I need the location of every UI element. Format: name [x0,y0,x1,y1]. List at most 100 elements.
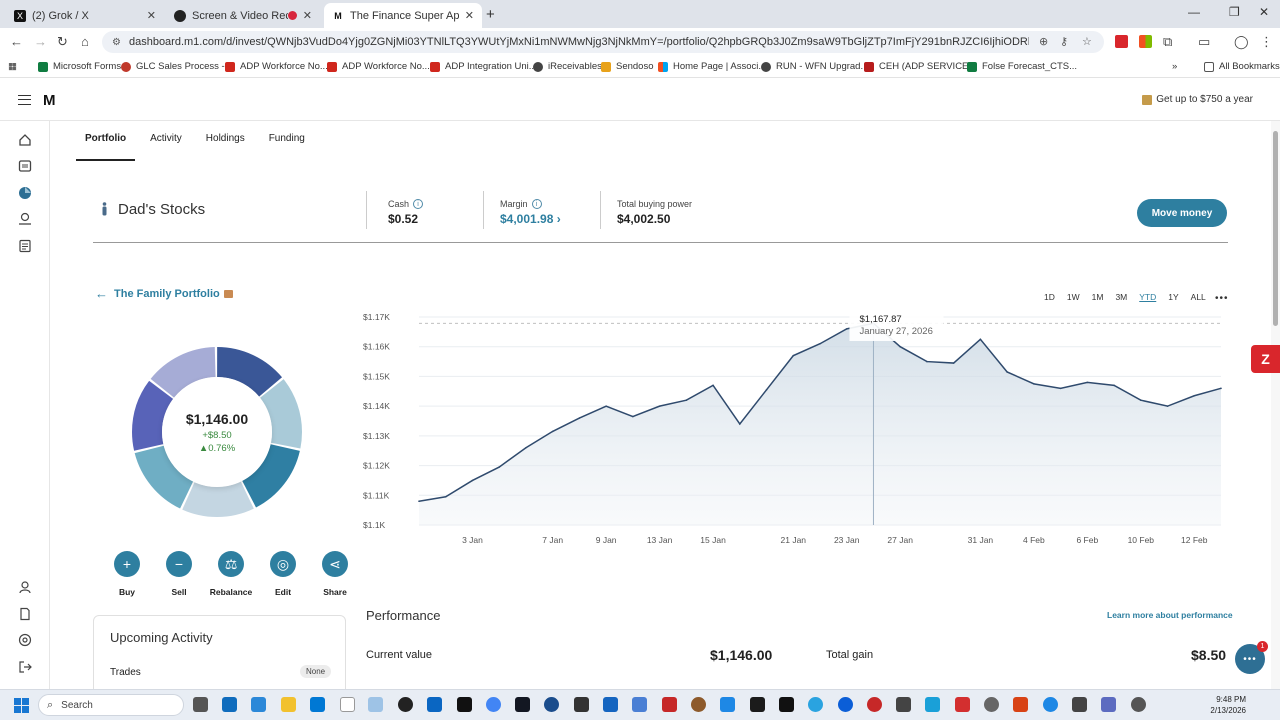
bookmark-item[interactable]: ADP Workforce No... [327,61,430,72]
move-money-button[interactable]: Move money [1137,199,1227,227]
chat-support-button[interactable]: ••• 1 [1235,641,1268,674]
close-tab-icon[interactable]: ✕ [303,9,312,22]
bookmark-item[interactable]: RUN - WFN Upgrad... [761,61,868,72]
app-icon[interactable] [896,697,911,712]
edge-icon[interactable] [310,697,325,712]
browser-tab-m1[interactable]: M The Finance Super App | M1 Fi ✕ [324,3,482,28]
all-bookmarks-folder[interactable]: All Bookmarks [1204,61,1280,72]
app-icon[interactable] [632,697,647,712]
zapier-sidebar-icon[interactable]: Z [1251,345,1280,373]
browser-tab-recorder[interactable]: Screen & Video Recorder | ✕ [166,3,320,28]
performance-chart[interactable]: $1.1K $1.11K $1.12K $1.13K $1.14K $1.15K $1.16… [361,307,1226,552]
cast-icon[interactable]: ▭ [1198,34,1210,50]
range-3m[interactable]: 3M [1115,292,1127,302]
microsoft-extension-icon[interactable] [1139,35,1152,48]
notepad-icon[interactable] [340,697,355,712]
menu-icon[interactable] [18,95,31,105]
bookmark-item[interactable]: Sendoso [601,61,654,72]
transfers-nav-icon[interactable] [17,158,32,173]
performance-learn-more-link[interactable]: Learn more about performance [1107,610,1233,620]
edit-action[interactable]: ◎ Edit [257,551,309,597]
browser-menu-icon[interactable]: ⋮ [1260,34,1273,50]
tab-activity[interactable]: Activity [141,121,191,161]
app-icon[interactable] [1072,697,1087,712]
linkedin-icon[interactable] [427,697,442,712]
close-tab-icon[interactable]: ✕ [147,9,156,22]
minus-icon[interactable]: − [166,551,192,577]
m1-logo[interactable]: M [43,92,56,109]
home-nav-icon[interactable] [17,132,32,147]
new-tab-icon[interactable]: + [486,6,495,23]
bookmark-star-icon[interactable]: ☆ [1082,35,1092,48]
buy-action[interactable]: + Buy [101,551,153,597]
page-scrollbar[interactable] [1271,121,1280,689]
range-1d[interactable]: 1D [1044,292,1055,302]
app-icon[interactable] [662,697,677,712]
globe-icon[interactable] [1131,697,1146,712]
bookmark-item[interactable]: ADP Integration Uni... [430,61,537,72]
close-window-icon[interactable]: ✕ [1259,5,1269,19]
telegram-icon[interactable] [808,697,823,712]
app-icon[interactable] [750,697,765,712]
password-key-icon[interactable]: ⚷ [1060,35,1068,48]
app-icon[interactable] [779,697,794,712]
minimize-icon[interactable]: — [1188,5,1200,19]
reload-icon[interactable]: ↻ [57,34,68,50]
notion-icon[interactable] [457,697,472,712]
windows-start-icon[interactable] [14,698,29,713]
documents-nav-icon[interactable] [17,606,32,621]
share-action[interactable]: ⋖ Share [309,551,361,597]
referral-promo[interactable]: Get up to $750 a year [1142,94,1253,105]
settings-icon[interactable] [984,697,999,712]
snipping-tool-icon[interactable] [368,697,383,712]
plus-icon[interactable]: + [114,551,140,577]
zapier-extension-icon[interactable] [1115,35,1128,48]
range-1m[interactable]: 1M [1092,292,1104,302]
extensions-icon[interactable]: ⧉ [1163,34,1172,50]
more-options-icon[interactable]: ••• [1215,293,1229,304]
app-icon[interactable] [838,697,853,712]
tab-holdings[interactable]: Holdings [197,121,254,161]
app-icon[interactable] [867,697,882,712]
sell-action[interactable]: − Sell [153,551,205,597]
info-icon[interactable]: i [413,199,424,209]
back-icon[interactable]: ← [10,34,23,49]
bookmark-item[interactable]: GLC Sales Process -... [121,61,233,72]
profile-nav-icon[interactable] [17,579,32,594]
app-icon[interactable] [720,697,735,712]
github-icon[interactable] [398,697,413,712]
system-clock[interactable]: 9:48 PM 2/13/2026 [1194,694,1246,716]
app-icon[interactable] [1043,697,1058,712]
tradingview-icon[interactable] [515,697,530,712]
help-nav-icon[interactable] [17,632,32,647]
scrollbar-thumb[interactable] [1273,131,1278,326]
outlook-icon[interactable] [222,697,237,712]
range-ytd[interactable]: YTD [1139,292,1156,302]
app-icon[interactable] [691,697,706,712]
bookmark-item[interactable]: iReceivables [533,61,602,72]
install-icon[interactable]: ⊕ [1039,35,1048,48]
app-icon[interactable] [1013,697,1028,712]
back-to-parent-pie[interactable]: ← The Family Portfolio [95,286,233,301]
scale-icon[interactable]: ⚖ [218,551,244,577]
close-tab-icon[interactable]: ✕ [465,9,474,22]
more-bookmarks-icon[interactable]: » [1172,61,1177,72]
chrome-icon[interactable] [486,697,501,712]
range-1y[interactable]: 1Y [1168,292,1178,302]
rebalance-action[interactable]: ⚖ Rebalance [205,551,257,597]
range-1w[interactable]: 1W [1067,292,1080,302]
bookmark-item[interactable]: ADP Workforce No... [225,61,328,72]
margin-stat[interactable]: Margin i $4,001.98 › [500,199,561,226]
profile-icon[interactable]: ◯ [1234,34,1249,50]
app-icon[interactable] [925,697,940,712]
file-explorer-icon[interactable] [281,697,296,712]
app-icon[interactable] [1101,697,1116,712]
task-view-icon[interactable] [193,697,208,712]
app-icon[interactable] [544,697,559,712]
apps-grid-icon[interactable]: ▦ [8,61,17,72]
info-icon[interactable]: i [531,199,542,209]
acrobat-icon[interactable] [955,697,970,712]
invest-nav-icon[interactable] [17,185,32,200]
seeking-alpha-icon[interactable] [603,697,618,712]
taskbar-search[interactable]: ⌕ Search [38,694,184,716]
